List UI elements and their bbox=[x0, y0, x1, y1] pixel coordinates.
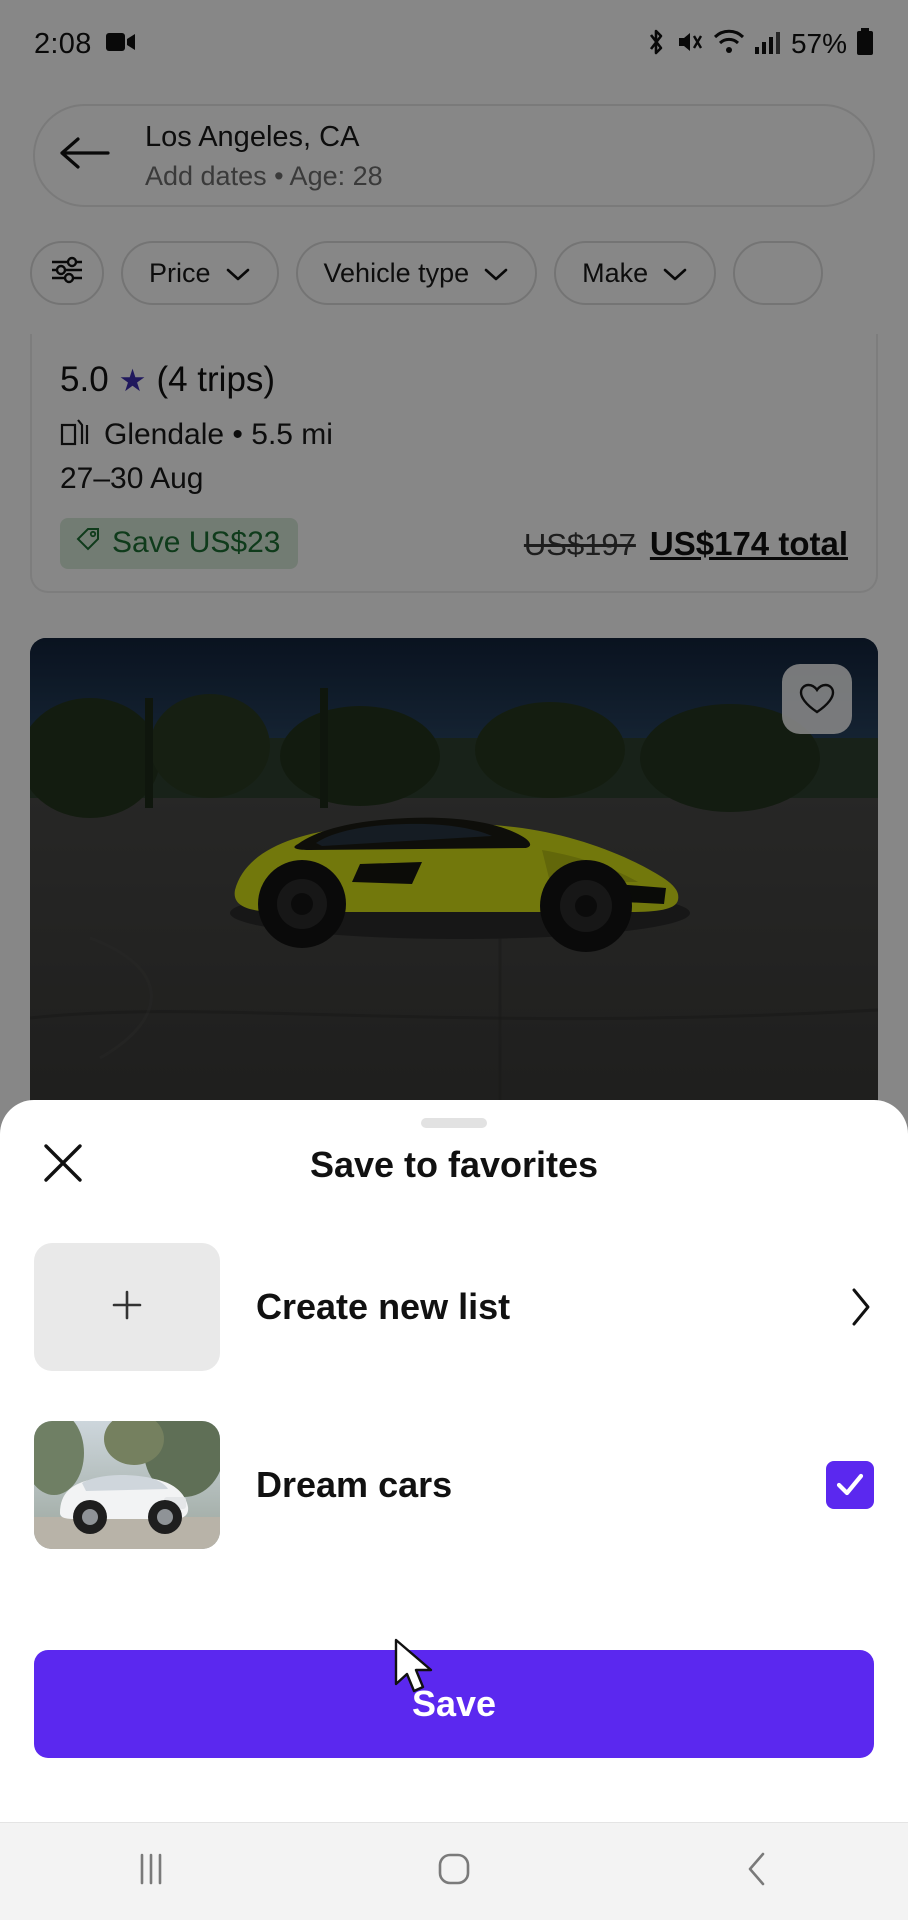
list-item-dream-cars[interactable]: Dream cars bbox=[0, 1390, 908, 1580]
filter-sliders-icon bbox=[50, 255, 84, 292]
video-camera-icon bbox=[105, 31, 136, 58]
list-thumbnail-image bbox=[34, 1421, 220, 1549]
chevron-down-icon bbox=[225, 258, 251, 289]
search-subtitle: Add dates • Age: 28 bbox=[145, 160, 383, 191]
search-header[interactable]: Los Angeles, CA Add dates • Age: 28 bbox=[33, 104, 875, 207]
filter-chip-label: Vehicle type bbox=[323, 257, 470, 288]
create-list-tile bbox=[34, 1243, 220, 1371]
location-row: Glendale • 5.5 mi bbox=[60, 416, 848, 454]
plus-icon bbox=[107, 1285, 147, 1330]
yellow-sports-car-photo bbox=[30, 638, 878, 1118]
filter-chip-row[interactable]: Price Vehicle type Make bbox=[0, 232, 908, 314]
home-button[interactable] bbox=[379, 1823, 529, 1920]
list-item-label: Dream cars bbox=[256, 1464, 453, 1505]
search-text-block[interactable]: Los Angeles, CA Add dates • Age: 28 bbox=[135, 118, 873, 194]
close-icon bbox=[40, 1140, 86, 1191]
back-button[interactable] bbox=[35, 133, 135, 178]
chevron-down-icon bbox=[662, 258, 688, 289]
list-item-label: Create new list bbox=[256, 1286, 511, 1327]
price-row: Save US$23 US$197 US$174 total bbox=[60, 518, 848, 569]
filter-chip-label: Price bbox=[149, 257, 211, 288]
heart-icon bbox=[799, 682, 835, 716]
android-nav-bar[interactable] bbox=[0, 1822, 908, 1920]
save-to-favorites-sheet: Save to favorites Create new list Dream … bbox=[0, 1100, 908, 1822]
bluetooth-icon bbox=[645, 27, 667, 62]
listing-card[interactable]: 5.0 ★ (4 trips) Glendale • 5.5 mi 27–30 … bbox=[30, 334, 878, 593]
save-badge: Save US$23 bbox=[60, 518, 299, 569]
trip-count: (4 trips) bbox=[156, 360, 276, 399]
battery-percent-label: 57% bbox=[790, 28, 847, 59]
status-bar-clock: 2:08 bbox=[34, 27, 92, 60]
mute-icon bbox=[676, 28, 704, 61]
chevron-right-icon[interactable] bbox=[848, 1285, 874, 1329]
rating-row: 5.0 ★ (4 trips) bbox=[60, 360, 848, 400]
recents-button[interactable] bbox=[76, 1823, 226, 1920]
phone-screen: 2:08 57% Los Angeles, CA Add dates • Age… bbox=[0, 0, 908, 1920]
price-original: US$197 bbox=[523, 526, 636, 562]
filter-chip-overflow[interactable] bbox=[733, 241, 824, 305]
close-button[interactable] bbox=[36, 1138, 90, 1192]
filter-chip-vehicle-type[interactable]: Vehicle type bbox=[295, 241, 538, 305]
listing-dates: 27–30 Aug bbox=[60, 462, 204, 495]
status-bar-right: 57% bbox=[645, 27, 874, 62]
home-icon bbox=[435, 1850, 473, 1893]
battery-icon bbox=[856, 27, 874, 61]
save-badge-label: Save US$23 bbox=[112, 526, 281, 559]
checkbox-checked-icon[interactable] bbox=[826, 1461, 874, 1509]
status-bar: 2:08 57% bbox=[0, 0, 908, 88]
filter-settings-button[interactable] bbox=[30, 241, 104, 305]
chevron-down-icon bbox=[483, 258, 509, 289]
save-button[interactable]: Save bbox=[34, 1650, 874, 1758]
filter-chip-price[interactable]: Price bbox=[121, 241, 279, 305]
arrow-left-icon bbox=[58, 133, 112, 178]
back-icon bbox=[743, 1850, 771, 1893]
sheet-header: Save to favorites bbox=[0, 1100, 908, 1230]
sheet-title: Save to favorites bbox=[309, 1144, 599, 1185]
tag-icon bbox=[74, 525, 102, 561]
location-text: Glendale • 5.5 mi bbox=[104, 418, 333, 451]
filter-chip-label: Make bbox=[582, 257, 649, 288]
wifi-icon bbox=[713, 29, 745, 60]
favorite-heart-button[interactable] bbox=[782, 664, 852, 734]
cellular-signal-icon bbox=[754, 29, 780, 60]
back-button-nav[interactable] bbox=[682, 1823, 832, 1920]
rating-value: 5.0 bbox=[60, 360, 109, 399]
recents-icon bbox=[134, 1851, 168, 1892]
list-item-create-new-list[interactable]: Create new list bbox=[0, 1242, 908, 1372]
status-bar-left: 2:08 bbox=[34, 28, 136, 61]
filter-chip-make[interactable]: Make bbox=[554, 241, 717, 305]
car-location-icon bbox=[60, 416, 92, 454]
listing-photo[interactable] bbox=[30, 638, 878, 1118]
star-icon: ★ bbox=[118, 362, 147, 398]
search-location: Los Angeles, CA bbox=[145, 120, 360, 153]
price-total: US$174 total bbox=[649, 524, 848, 562]
price-group: US$197 US$174 total bbox=[524, 525, 848, 563]
